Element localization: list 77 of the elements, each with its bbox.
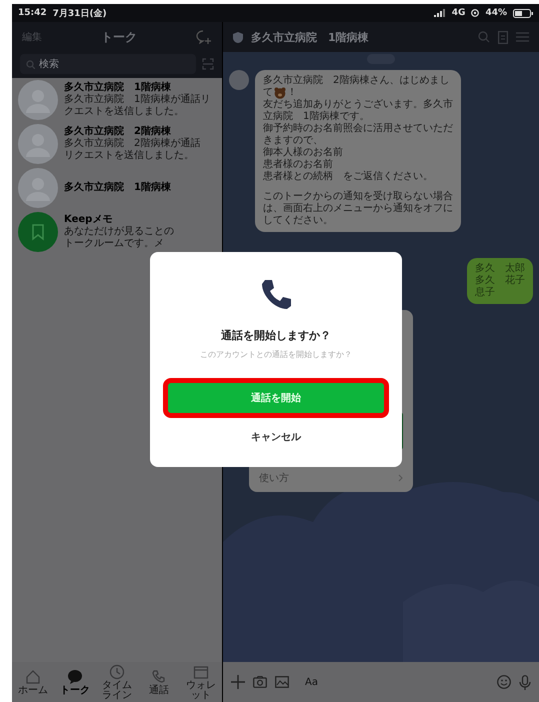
- camera-icon[interactable]: [253, 676, 267, 688]
- message-text: してください。: [263, 215, 334, 227]
- status-time: 15:42: [18, 8, 47, 18]
- microphone-icon[interactable]: [519, 674, 531, 690]
- panel-title: トーク: [100, 28, 138, 46]
- chat-bubble-icon: [67, 668, 83, 684]
- message-text: 御予約時のお名前照会に活用させていただ: [263, 123, 453, 135]
- chat-preview: 多久市立病院 2階病棟が通話: [64, 138, 200, 150]
- bear-face-icon: [274, 87, 286, 99]
- status-date: 7月31日(金): [52, 8, 107, 20]
- chat-list-item[interactable]: 多久市立病院 1階病棟 多久市立病院 1階病棟が通話リ クエストを送信しました。: [12, 78, 222, 122]
- plus-icon[interactable]: [231, 675, 245, 689]
- chevron-icon: [398, 474, 403, 482]
- search-placeholder: 検索: [39, 58, 59, 71]
- battery-icon: [513, 8, 533, 18]
- phone-icon: [151, 668, 167, 684]
- chat-preview: リクエストを送信しました。: [64, 150, 195, 162]
- message-text: このトークからの通知を受け取らない場合: [263, 191, 453, 202]
- chat-preview: クエストを送信しました。: [64, 106, 185, 118]
- smiley-icon[interactable]: [497, 675, 511, 689]
- chat-list-item[interactable]: 多久市立病院 2階病棟 多久市立病院 2階病棟が通話 リクエストを送信しました。: [12, 122, 222, 166]
- tab-bar-item[interactable]: ウォレット: [180, 662, 222, 702]
- message-text: きますので、: [263, 135, 324, 146]
- note-icon[interactable]: [498, 30, 508, 44]
- clock-icon: [109, 664, 125, 680]
- network-label: 4G: [452, 8, 466, 18]
- chat-preview: 多久市立病院 1階病棟が通話リ: [64, 94, 210, 106]
- message-text: 友だち追加ありがとうございます。多久市: [263, 99, 453, 110]
- dialog-message: このアカウントとの通話を開始しますか？: [200, 349, 352, 360]
- message-text: 患者様のお名前: [263, 159, 334, 170]
- avatar-icon: [18, 168, 58, 208]
- chat-name: 多久市立病院 2階病棟: [64, 126, 172, 138]
- card-link[interactable]: 使い方: [259, 471, 289, 485]
- message-text: 御本人様のお名前: [263, 147, 344, 158]
- message-text: 多久市立病院 2階病棟さん、はじめまし: [263, 75, 450, 87]
- shield-icon: [233, 32, 243, 42]
- message-text: 多久 花子: [475, 275, 525, 286]
- menu-icon[interactable]: [516, 32, 529, 42]
- phone-icon: [259, 278, 293, 312]
- avatar-icon: [18, 124, 58, 164]
- avatar-icon: [229, 70, 249, 90]
- cancel-button[interactable]: キャンセル: [241, 426, 311, 448]
- location-icon: [471, 9, 480, 17]
- signal-icon: [434, 9, 446, 17]
- chat-title: 多久市立病院 1階病棟: [251, 30, 370, 44]
- message-text: は、画面右上のメニューから通知をオフに: [263, 203, 453, 215]
- image-icon[interactable]: [275, 676, 289, 688]
- chat-list-item[interactable]: Keepメモ あなただけが見ることの トークルームです。メ: [12, 210, 222, 254]
- tab-bar-item[interactable]: トーク: [54, 662, 96, 702]
- tab-bar-item[interactable]: ホーム: [12, 662, 54, 702]
- message-text: 多久 太郎: [475, 263, 525, 274]
- chat-name: Keepメモ: [64, 214, 114, 226]
- chat-name: 多久市立病院 1階病棟: [64, 182, 171, 194]
- new-chat-icon[interactable]: [196, 30, 212, 44]
- message-text: て: [263, 87, 273, 99]
- message-input[interactable]: Aa: [297, 676, 489, 688]
- chat-preview: あなただけが見ることの: [64, 226, 174, 238]
- home-icon: [25, 668, 41, 684]
- dialog-title: 通話を開始しますか？: [221, 328, 331, 343]
- message-text: 患者様との続柄 をご返信ください。: [263, 171, 434, 183]
- card-icon: [193, 664, 209, 680]
- tab-bar-item[interactable]: タイムライン: [96, 662, 138, 702]
- chat-preview: トークルームです。メ: [64, 238, 165, 250]
- search-icon[interactable]: [478, 31, 490, 43]
- scan-icon[interactable]: [202, 58, 214, 70]
- tab-bar-item[interactable]: 通話: [138, 662, 180, 702]
- battery-percent: 44%: [485, 8, 507, 18]
- avatar-icon: [18, 80, 58, 120]
- message-text: 立病院 1階病棟です。: [263, 111, 370, 122]
- message-text: 息子: [475, 287, 496, 299]
- keep-memo-icon: [18, 212, 58, 252]
- search-icon: [26, 60, 35, 68]
- search-field[interactable]: 検索: [20, 54, 196, 74]
- chat-list-item[interactable]: 多久市立病院 1階病棟: [12, 166, 222, 210]
- start-call-button[interactable]: 通話を開始: [163, 378, 389, 418]
- chat-name: 多久市立病院 1階病棟: [64, 82, 172, 94]
- message-text: ！: [287, 87, 297, 99]
